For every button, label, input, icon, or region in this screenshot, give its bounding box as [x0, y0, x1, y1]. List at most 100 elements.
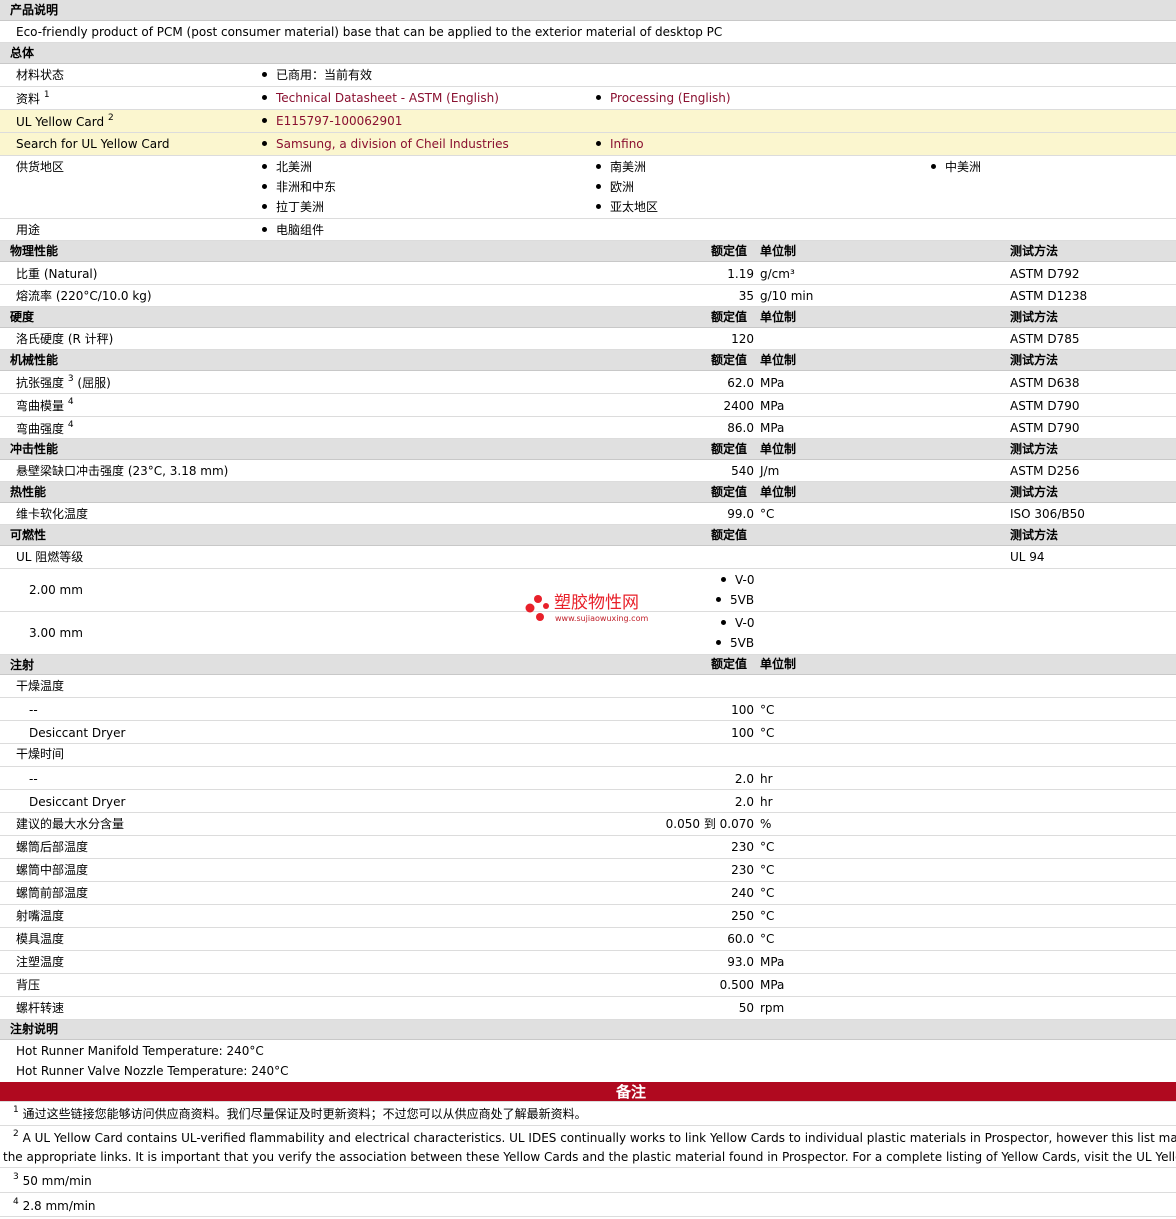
- hardness-header: 硬度 额定值 单位制 测试方法: [0, 307, 1176, 328]
- prop-name: 注塑温度: [16, 955, 65, 969]
- use-label: 用途: [16, 223, 41, 237]
- table-row: 螺筒后部温度 230 °C: [0, 836, 1176, 859]
- prop-value: 50: [738, 1001, 754, 1015]
- prop-method: ASTM D256: [1010, 464, 1080, 478]
- prop-unit: °C: [760, 507, 775, 521]
- prop-unit: °C: [760, 863, 775, 877]
- col-nominal: 额定值: [711, 310, 748, 324]
- table-row: 弯曲模量 4 2400 MPa ASTM D790: [0, 394, 1176, 417]
- prop-name: 洛氏硬度 (R 计秤): [16, 332, 114, 346]
- col-unit: 单位制: [760, 244, 797, 258]
- prop-unit: °C: [760, 909, 775, 923]
- watermark-dots-icon: [525, 595, 549, 621]
- prop-unit: °C: [760, 840, 775, 854]
- footnote-1: 1 通过这些链接您能够访问供应商资料。我们尽量保证及时更新资料；不过您可以从供应…: [0, 1102, 1176, 1126]
- col-method: 测试方法: [1010, 310, 1059, 324]
- physical-header: 物理性能 额定值 单位制 测试方法: [0, 241, 1176, 262]
- table-row: -- 100 °C: [0, 698, 1176, 721]
- prop-value: 35: [738, 289, 754, 303]
- col-method: 测试方法: [1010, 528, 1059, 542]
- prop-value: 1.19: [727, 267, 754, 281]
- table-row: 射嘴温度 250 °C: [0, 905, 1176, 928]
- prop-value: 250: [731, 909, 754, 923]
- region-item: 欧洲: [596, 179, 634, 195]
- flammability-header: 可燃性 额定值 测试方法: [0, 525, 1176, 546]
- prop-name: 干燥温度: [16, 679, 65, 693]
- flammability-header-text: 可燃性: [10, 528, 47, 542]
- ul-label: UL Yellow Card 2: [16, 113, 114, 129]
- prop-value: 2.0: [734, 772, 754, 786]
- prop-name: 弯曲强度 4: [16, 420, 74, 436]
- col-nominal: 额定值: [711, 353, 748, 367]
- rating-item: 5VB: [716, 635, 754, 651]
- prop-method: UL 94: [1010, 550, 1045, 564]
- prop-value: 60.0: [727, 932, 754, 946]
- prop-unit: MPa: [760, 955, 785, 969]
- watermark-title: 塑胶物性网: [554, 593, 639, 613]
- footnote-text: 1 通过这些链接您能够访问供应商资料。我们尽量保证及时更新资料；不过您可以从供应…: [13, 1105, 587, 1121]
- table-row: 建议的最大水分含量 0.050 到 0.070 %: [0, 813, 1176, 836]
- col-method: 测试方法: [1010, 244, 1059, 258]
- prop-unit: J/m: [760, 464, 780, 478]
- docs-label: 资料 1: [16, 90, 50, 106]
- col-unit: 单位制: [760, 442, 797, 456]
- search-ul-link-samsung[interactable]: Samsung, a division of Cheil Industries: [262, 136, 509, 152]
- table-row: 背压 0.500 MPa: [0, 974, 1176, 997]
- prop-name: 背压: [16, 978, 41, 992]
- prop-method: ISO 306/B50: [1010, 507, 1085, 521]
- table-row: 熔流率 (220°C/10.0 kg) 35 g/10 min ASTM D12…: [0, 285, 1176, 307]
- prop-name: 弯曲模量 4: [16, 397, 74, 413]
- prop-unit: MPa: [760, 978, 785, 992]
- inj-notes-header-text: 注射说明: [10, 1022, 59, 1036]
- table-row: 干燥温度: [0, 675, 1176, 698]
- thermal-header: 热性能 额定值 单位制 测试方法: [0, 482, 1176, 503]
- desc-row: Eco-friendly product of PCM (post consum…: [0, 21, 1176, 43]
- col-unit: 单位制: [760, 353, 797, 367]
- col-method: 测试方法: [1010, 353, 1059, 367]
- region-item: 亚太地区: [596, 199, 658, 215]
- prop-value: 2400: [723, 399, 754, 413]
- prop-name: 干燥时间: [16, 747, 65, 761]
- desc-text: Eco-friendly product of PCM (post consum…: [16, 25, 723, 39]
- prop-value: 99.0: [727, 507, 754, 521]
- prop-name: Desiccant Dryer: [29, 726, 126, 740]
- thickness-label: 3.00 mm: [29, 626, 83, 640]
- prop-unit: g/10 min: [760, 289, 814, 303]
- mechanical-header-text: 机械性能: [10, 353, 59, 367]
- prop-value: 120: [731, 332, 754, 346]
- prop-name: 比重 (Natural): [16, 267, 98, 281]
- region-item: 北美洲: [262, 159, 312, 175]
- prop-value: 100: [731, 726, 754, 740]
- doc-link-processing[interactable]: Processing (English): [596, 90, 731, 106]
- prop-name: 螺筒中部温度: [16, 863, 89, 877]
- table-row: Desiccant Dryer 2.0 hr: [0, 790, 1176, 813]
- prop-value: 540: [731, 464, 754, 478]
- table-row: -- 2.0 hr: [0, 767, 1176, 790]
- table-row: 注塑温度 93.0 MPa: [0, 951, 1176, 974]
- footnote-2: 2 A UL Yellow Card contains UL-verified …: [0, 1126, 1176, 1168]
- doc-link-datasheet[interactable]: Technical Datasheet - ASTM (English): [262, 90, 499, 106]
- ul-card-link[interactable]: E115797-100062901: [262, 113, 402, 129]
- prop-value: 0.050 到 0.070: [665, 817, 754, 831]
- search-ul-row: Search for UL Yellow Card Samsung, a div…: [0, 133, 1176, 156]
- region-item: 拉丁美洲: [262, 199, 324, 215]
- prop-name: Desiccant Dryer: [29, 795, 126, 809]
- notes-header: 备注: [0, 1082, 1176, 1102]
- prop-name: 射嘴温度: [16, 909, 65, 923]
- mechanical-header: 机械性能 额定值 单位制 测试方法: [0, 350, 1176, 371]
- prop-name: 熔流率 (220°C/10.0 kg): [16, 289, 152, 303]
- table-row: 螺筒前部温度 240 °C: [0, 882, 1176, 905]
- supply-label: 供货地区: [16, 160, 65, 174]
- desc-header: 产品说明: [0, 0, 1176, 21]
- prop-name: --: [29, 772, 38, 786]
- region-item: 中美洲: [931, 159, 981, 175]
- rating-item: V-0: [721, 572, 754, 588]
- general-header: 总体: [0, 43, 1176, 64]
- status-label: 材料状态: [16, 68, 65, 82]
- table-row: 洛氏硬度 (R 计秤) 120 ASTM D785: [0, 328, 1176, 350]
- search-ul-link-infino[interactable]: Infino: [596, 136, 644, 152]
- prop-unit: °C: [760, 703, 775, 717]
- prop-unit: hr: [760, 772, 773, 786]
- prop-name: 螺杆转速: [16, 1001, 65, 1015]
- watermark-url: www.sujiaowuxing.com: [555, 614, 649, 623]
